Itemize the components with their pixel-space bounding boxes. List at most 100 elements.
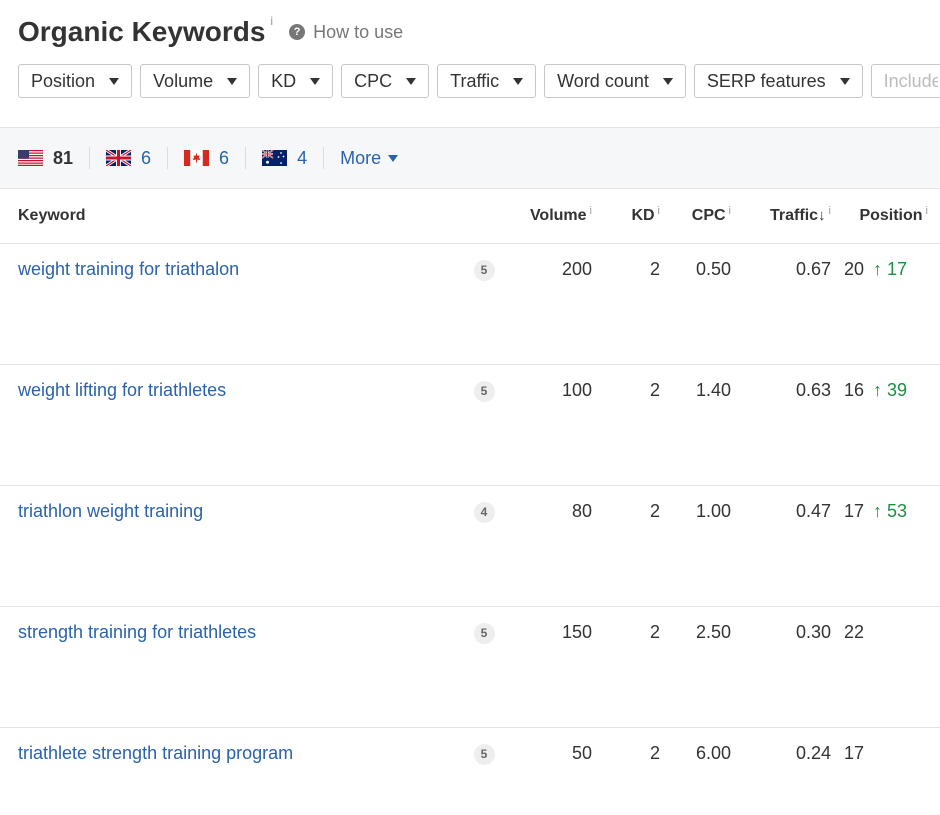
caret-down-icon [513,77,524,85]
header-label: Position [859,206,923,224]
cpc-cell: 2.50 [660,606,731,728]
info-icon[interactable]: i [729,205,731,217]
keyword-cell: weight lifting for triathletes [0,364,465,486]
country-count: 4 [297,147,308,168]
keyword-link[interactable]: triathlete strength training program [18,743,293,763]
filter-traffic-dropdown[interactable]: Traffic [437,64,537,98]
volume-cell: 80 [495,485,592,607]
how-to-use-link[interactable]: ? How to use [289,14,403,50]
country-us[interactable]: 81 [18,147,91,169]
position-change-up: ↑ 39 [873,379,908,400]
filter-label: Position [31,70,96,91]
country-count: 81 [53,147,74,168]
traffic-cell: 0.47 [731,485,831,607]
title-info-icon[interactable]: i [270,14,273,28]
more-label: More [340,147,382,168]
position-value: 20 [844,258,865,279]
keyword-link[interactable]: weight lifting for triathletes [18,380,226,400]
uk-flag-icon [106,150,132,166]
column-header-position[interactable]: Position i [831,189,940,244]
keyword-cell: triathlete strength training program [0,727,465,815]
keyword-link[interactable]: strength training for triathletes [18,622,256,642]
position-cell: 20 ↑ 17 [831,243,940,365]
traffic-cell: 0.63 [731,364,831,486]
position-change-up: ↑ 17 [873,258,908,279]
info-icon[interactable]: i [926,205,928,217]
cpc-cell: 0.50 [660,243,731,365]
volume-cell: 150 [495,606,592,728]
more-countries-button[interactable]: More [340,147,399,169]
filter-volume-dropdown[interactable]: Volume [140,64,251,98]
info-icon[interactable]: i [658,205,660,217]
table-row: weight training for triathalon 5 200 2 0… [0,243,940,365]
table-row: triathlon weight training 4 80 2 1.00 0.… [0,485,940,607]
caret-down-icon [839,77,850,85]
filter-cpc-dropdown[interactable]: CPC [341,64,430,98]
serp-cell: 5 [465,243,495,365]
country-gb[interactable]: 6 [106,147,169,169]
column-header-serp [465,189,495,244]
us-flag-icon [18,150,43,166]
country-count: 6 [219,147,230,168]
include-input[interactable] [870,64,940,98]
kd-cell: 2 [592,243,660,365]
table-row: triathlete strength training program 5 5… [0,727,940,815]
filter-label: CPC [354,70,393,91]
page-header: Organic Keywords i ? How to use [18,10,403,50]
cpc-cell: 6.00 [695,742,731,763]
position-cell: 22 [831,606,940,728]
serp-features-badge[interactable]: 5 [473,622,495,644]
filter-label: SERP features [706,70,826,91]
filter-kd-dropdown[interactable]: KD [258,64,334,98]
column-header-traffic[interactable]: Traffic↓ i [731,189,831,244]
serp-features-badge[interactable]: 5 [473,743,495,765]
caret-down-icon [406,77,417,85]
traffic-cell: 0.24 [795,742,831,763]
position-value: 17 [844,500,865,521]
position-change-up: ↑ 53 [873,500,908,521]
column-header-keyword[interactable]: Keyword [0,189,465,244]
country-count: 6 [141,147,152,168]
filter-word-count-dropdown[interactable]: Word count [544,64,686,98]
header-label: CPC [691,206,726,224]
keyword-link[interactable]: triathlon weight training [18,501,203,521]
header-label: KD [631,206,655,224]
caret-down-icon [388,154,399,162]
position-cell: 17 [831,727,940,815]
serp-cell: 5 [465,364,495,486]
keyword-cell: weight training for triathalon [0,243,465,365]
keyword-link[interactable]: weight training for triathalon [18,259,239,279]
column-header-volume[interactable]: Volume i [495,189,592,244]
serp-cell: 4 [465,485,495,607]
header-label: Volume [529,206,587,224]
volume-cell: 200 [495,243,592,365]
column-header-kd[interactable]: KD i [592,189,660,244]
how-to-use-label: How to use [313,21,404,42]
table-header-row: Keyword Volume i KD i CPC i Traffic↓ i Posit… [0,189,940,244]
question-circle-icon: ? [289,24,306,40]
keyword-cell: strength training for triathletes [0,606,465,728]
page-title: Organic Keywords [18,16,266,47]
position-value: 16 [844,379,865,400]
country-ca[interactable]: 6 [184,147,247,169]
caret-down-icon [662,77,673,85]
serp-features-badge[interactable]: 5 [473,380,495,402]
position-value: 17 [844,742,865,763]
serp-features-badge[interactable]: 5 [473,259,495,281]
traffic-cell: 0.30 [731,606,831,728]
info-icon[interactable]: i [829,205,831,217]
serp-features-badge[interactable]: 4 [473,501,495,523]
filter-position-dropdown[interactable]: Position [18,64,133,98]
header-label: Traffic [770,206,819,224]
country-au[interactable]: 4 [262,147,325,169]
kd-cell: 2 [649,742,660,763]
position-value: 22 [844,621,865,642]
info-icon[interactable]: i [590,205,592,217]
kd-cell: 2 [592,364,660,486]
filter-label: Word count [557,70,649,91]
filter-serp-features-dropdown[interactable]: SERP features [693,64,863,98]
header-label: Keyword [18,206,86,224]
serp-cell: 5 [465,606,495,728]
keywords-table: Keyword Volume i KD i CPC i Traffic↓ i Posit… [0,189,940,815]
column-header-cpc[interactable]: CPC i [660,189,731,244]
